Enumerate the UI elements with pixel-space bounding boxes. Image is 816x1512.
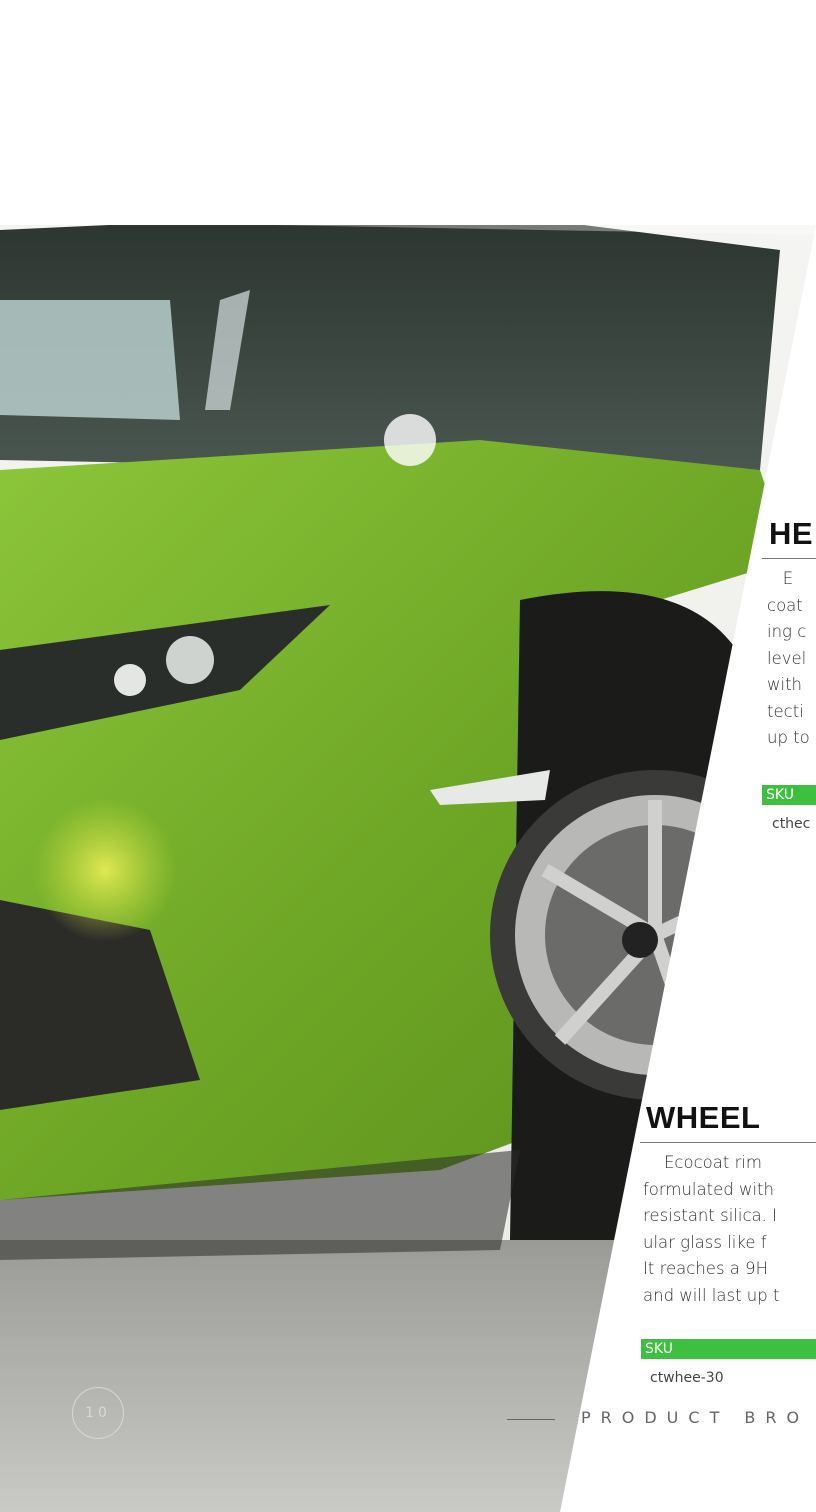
product-section-wheel: WHEEL	[646, 1100, 760, 1136]
description-line: coat	[767, 595, 803, 615]
sku-code: ctwhee-30	[650, 1370, 724, 1386]
section-divider	[762, 558, 816, 559]
footer-rule	[507, 1419, 555, 1420]
page-number-badge: 10	[72, 1387, 124, 1439]
description-line: ular glass like f	[643, 1232, 767, 1252]
section-description: Ecocoat rim formulated with resistant si…	[643, 1150, 779, 1309]
description-line: formulated with	[643, 1179, 774, 1199]
product-section-headlight: HE	[769, 516, 813, 552]
section-title: HE	[769, 516, 814, 551]
description-line: and will last up t	[643, 1285, 780, 1305]
footer-label: PRODUCT BRO	[581, 1408, 810, 1427]
description-line: It reaches a 9H	[643, 1259, 769, 1278]
description-line: level	[767, 648, 807, 668]
section-description: E coat ing c level with tecti up to	[767, 566, 810, 752]
sku-label-bar: SKU	[641, 1339, 816, 1359]
sku-label-bar: SKU	[762, 785, 816, 805]
description-line: up to	[767, 728, 810, 747]
section-title: WHEEL	[646, 1100, 761, 1135]
brochure-page: HE E coat ing c level with tecti up to S…	[0, 0, 816, 1512]
description-line: E	[767, 569, 794, 588]
sku-code: cthec	[772, 816, 811, 832]
description-line: Ecocoat rim	[643, 1153, 763, 1172]
section-divider	[640, 1142, 816, 1143]
description-line: resistant silica. I	[643, 1206, 777, 1225]
description-line: with	[767, 675, 803, 694]
description-line: tecti	[767, 701, 804, 721]
description-line: ing c	[767, 622, 807, 641]
